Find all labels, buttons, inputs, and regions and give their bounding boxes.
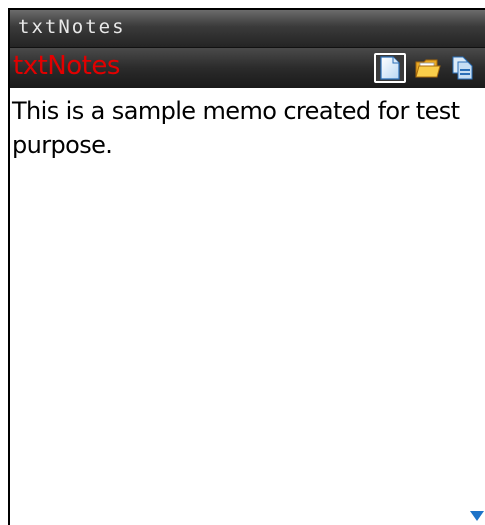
toolbar: txtNotes: [10, 48, 485, 88]
open-note-button[interactable]: [412, 53, 444, 83]
app-window: txtNotes txtNotes This is a sample memo …: [8, 8, 485, 525]
memo-text[interactable]: This is a sample memo created for test p…: [10, 88, 485, 162]
document-icon: [380, 56, 400, 80]
folder-icon: [415, 59, 441, 78]
toolbar-title: txtNotes: [13, 51, 120, 81]
new-note-button[interactable]: [374, 53, 406, 83]
copy-icon: [452, 56, 473, 80]
scroll-down-icon[interactable]: [469, 509, 485, 523]
app-title: txtNotes: [18, 16, 126, 38]
save-note-button[interactable]: [446, 53, 478, 83]
title-bar: txtNotes: [10, 10, 485, 48]
memo-editor[interactable]: This is a sample memo created for test p…: [10, 88, 485, 525]
